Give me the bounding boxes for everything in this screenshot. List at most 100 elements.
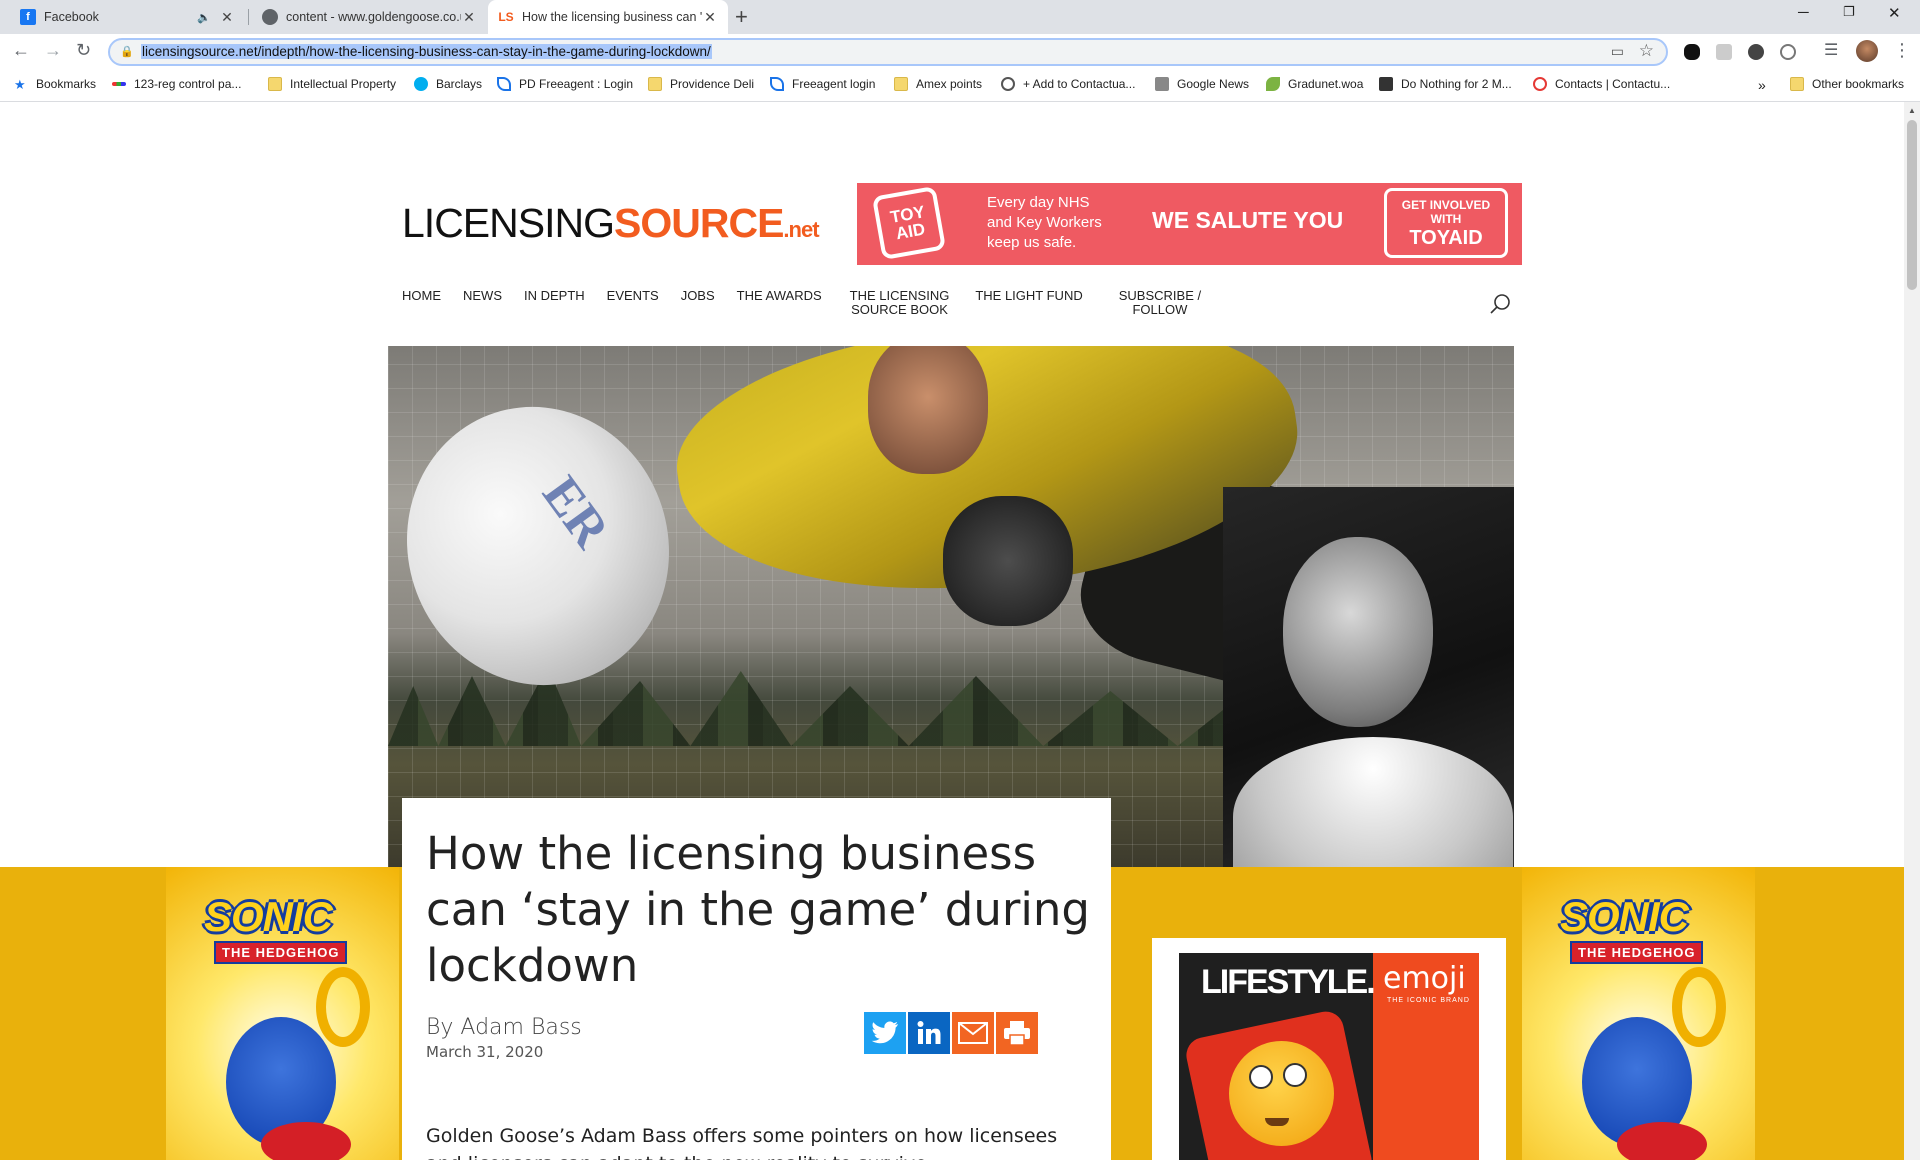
banner-headline: WE SALUTE YOU xyxy=(1152,207,1344,233)
address-bar[interactable]: 🔒 licensingsource.net/indepth/how-the-li… xyxy=(108,38,1668,66)
tab-goldengoose[interactable]: content - www.goldengoose.co.u ✕ xyxy=(252,0,487,34)
bookmark-item[interactable]: ★ Bookmarks xyxy=(14,77,96,92)
other-bookmarks[interactable]: Other bookmarks xyxy=(1790,77,1904,91)
page-scrollbar[interactable]: ▲ xyxy=(1904,102,1920,1160)
extension-bird-icon[interactable] xyxy=(1684,44,1700,60)
cast-icon[interactable]: ▭ xyxy=(1611,43,1624,60)
search-icon[interactable] xyxy=(1488,292,1512,316)
sonic-ad-left[interactable]: SONIC THE HEDGEHOG xyxy=(166,867,399,1160)
banner-line: Every day NHS xyxy=(987,194,1090,211)
close-tab-icon[interactable]: ✕ xyxy=(461,9,477,26)
nav-label: JOBS xyxy=(680,288,715,303)
nav-label: NEWS xyxy=(463,288,502,303)
portrait-shirt xyxy=(1233,737,1513,869)
tab-title: Facebook xyxy=(44,10,99,24)
sonic-shoe xyxy=(1617,1122,1707,1160)
article-standfirst: Golden Goose’s Adam Bass offers some poi… xyxy=(426,1125,1058,1160)
article-byline[interactable]: By Adam Bass xyxy=(426,1015,582,1040)
banner-cta-button[interactable]: GET INVOLVED WITH TOYAID xyxy=(1384,188,1508,258)
globe-icon xyxy=(1001,77,1015,91)
share-linkedin-button[interactable] xyxy=(908,1012,950,1054)
scroll-up-icon[interactable]: ▲ xyxy=(1908,106,1916,115)
nav-the-awards[interactable]: THE AWARDS xyxy=(737,289,822,317)
freeagent-icon xyxy=(770,77,784,91)
nav-source-book[interactable]: THE LICENSING SOURCE BOOK xyxy=(850,289,950,317)
url-text[interactable]: licensingsource.net/indepth/how-the-lice… xyxy=(141,44,712,59)
toyaid-banner-ad[interactable]: TOY AID Every day NHS and Key Workers ke… xyxy=(857,183,1522,265)
page-viewport: LICENSINGSOURCE.net TOY AID Every day NH… xyxy=(0,102,1904,1160)
bookmark-item[interactable]: Do Nothing for 2 M... xyxy=(1379,77,1512,91)
nav-news[interactable]: NEWS xyxy=(463,289,502,317)
bookmarks-bar: ★ Bookmarks 123-reg control pa... Intelle… xyxy=(0,70,1920,102)
nav-light-fund[interactable]: THE LIGHT FUND xyxy=(975,289,1082,317)
menu-kebab-icon[interactable]: ⋮ xyxy=(1893,40,1911,61)
nav-subscribe-follow[interactable]: SUBSCRIBE / FOLLOW xyxy=(1119,289,1201,317)
minimize-icon[interactable]: ─ xyxy=(1798,4,1809,21)
extension-circle-icon[interactable] xyxy=(1748,44,1764,60)
nav-label: THE LICENSING xyxy=(849,288,950,303)
bookmark-item[interactable]: Providence Deli xyxy=(648,77,754,91)
share-email-button[interactable] xyxy=(952,1012,994,1054)
hero-image: ER xyxy=(388,346,1514,869)
tab-title: content - www.goldengoose.co.u xyxy=(286,10,461,24)
nav-label: SUBSCRIBE / xyxy=(1118,288,1202,303)
bookmark-item[interactable]: 123-reg control pa... xyxy=(112,77,241,91)
sonic-logo-subtitle: THE HEDGEHOG xyxy=(1570,941,1704,964)
bookmark-item[interactable]: Barclays xyxy=(414,77,482,91)
extension-block-icon[interactable] xyxy=(1780,44,1796,60)
eagle-icon xyxy=(414,77,428,91)
sonic-shoe xyxy=(261,1122,351,1160)
goalkeeper-head xyxy=(868,346,988,474)
bookmark-star-icon[interactable]: ☆ xyxy=(1639,41,1654,61)
ad-title: LIFESTYLE. xyxy=(1201,963,1376,1001)
nav-home[interactable]: HOME xyxy=(402,289,441,317)
print-button[interactable] xyxy=(996,1012,1038,1054)
speaker-icon[interactable]: 🔈 xyxy=(197,11,211,24)
tab-facebook[interactable]: f Facebook 🔈 ✕ xyxy=(10,0,245,34)
scrollbar-thumb[interactable] xyxy=(1907,120,1917,290)
tab-licensingsource[interactable]: LS How the licensing business can 's ✕ xyxy=(488,0,728,34)
banner-message: Every day NHS and Key Workers keep us sa… xyxy=(987,193,1102,253)
nav-jobs[interactable]: JOBS xyxy=(681,289,715,317)
back-icon[interactable]: ← xyxy=(12,40,30,61)
nav-in-depth[interactable]: IN DEPTH xyxy=(524,289,585,317)
main-nav: HOME NEWS IN DEPTH EVENTS JOBS THE AWARD… xyxy=(402,289,1223,317)
reload-icon[interactable]: ↻ xyxy=(76,40,91,61)
nav-events[interactable]: EVENTS xyxy=(607,289,659,317)
sonic-logo-subtitle: THE HEDGEHOG xyxy=(214,941,348,964)
close-tab-icon[interactable]: ✕ xyxy=(219,9,235,26)
bookmark-item[interactable]: Gradunet.woa xyxy=(1266,77,1363,91)
media-queue-icon[interactable]: ☰ xyxy=(1824,40,1838,60)
bookmark-item[interactable]: Freeagent login xyxy=(770,77,875,91)
close-window-icon[interactable]: ✕ xyxy=(1888,4,1901,22)
bookmark-item[interactable]: + Add to Contactua... xyxy=(1001,77,1135,91)
bookmarks-overflow-button[interactable]: » xyxy=(1758,77,1766,93)
emoji-eye xyxy=(1283,1063,1307,1087)
restore-icon[interactable]: ❐ xyxy=(1843,4,1855,20)
browser-toolbar: ← → ↻ 🔒 licensingsource.net/indepth/how-… xyxy=(0,34,1920,70)
bookmark-item[interactable]: PD Freeagent : Login xyxy=(497,77,633,91)
avatar[interactable] xyxy=(1856,40,1878,62)
close-tab-icon[interactable]: ✕ xyxy=(702,9,718,26)
bookmark-item[interactable]: Contacts | Contactu... xyxy=(1533,77,1670,91)
nav-label: THE AWARDS xyxy=(736,288,822,303)
lock-icon[interactable]: 🔒 xyxy=(120,45,134,58)
linkedin-icon xyxy=(917,1021,941,1044)
article-headline: How the licensing business can ‘stay in … xyxy=(426,827,1090,992)
site-logo[interactable]: LICENSINGSOURCE.net xyxy=(402,200,820,247)
news-icon xyxy=(1155,77,1169,91)
tab-separator xyxy=(248,9,249,25)
bookmark-item[interactable]: Intellectual Property xyxy=(268,77,396,91)
forward-icon[interactable]: → xyxy=(44,40,62,61)
printer-icon xyxy=(1004,1021,1030,1046)
sonic-ad-right[interactable]: SONIC THE HEDGEHOG xyxy=(1522,867,1755,1160)
extension-box-icon[interactable] xyxy=(1716,44,1732,60)
folder-icon xyxy=(894,77,908,91)
emoji-brand-logo: emoji xyxy=(1383,961,1466,996)
bookmark-item[interactable]: Google News xyxy=(1155,77,1249,91)
emoji-lifestyle-ad[interactable]: LIFESTYLE. emoji THE ICONIC BRAND xyxy=(1179,953,1479,1160)
bookmark-item[interactable]: Amex points xyxy=(894,77,982,91)
new-tab-icon[interactable]: + xyxy=(735,4,748,30)
share-twitter-button[interactable] xyxy=(864,1012,906,1054)
logo-part-licensing: LICENSING xyxy=(402,200,615,246)
